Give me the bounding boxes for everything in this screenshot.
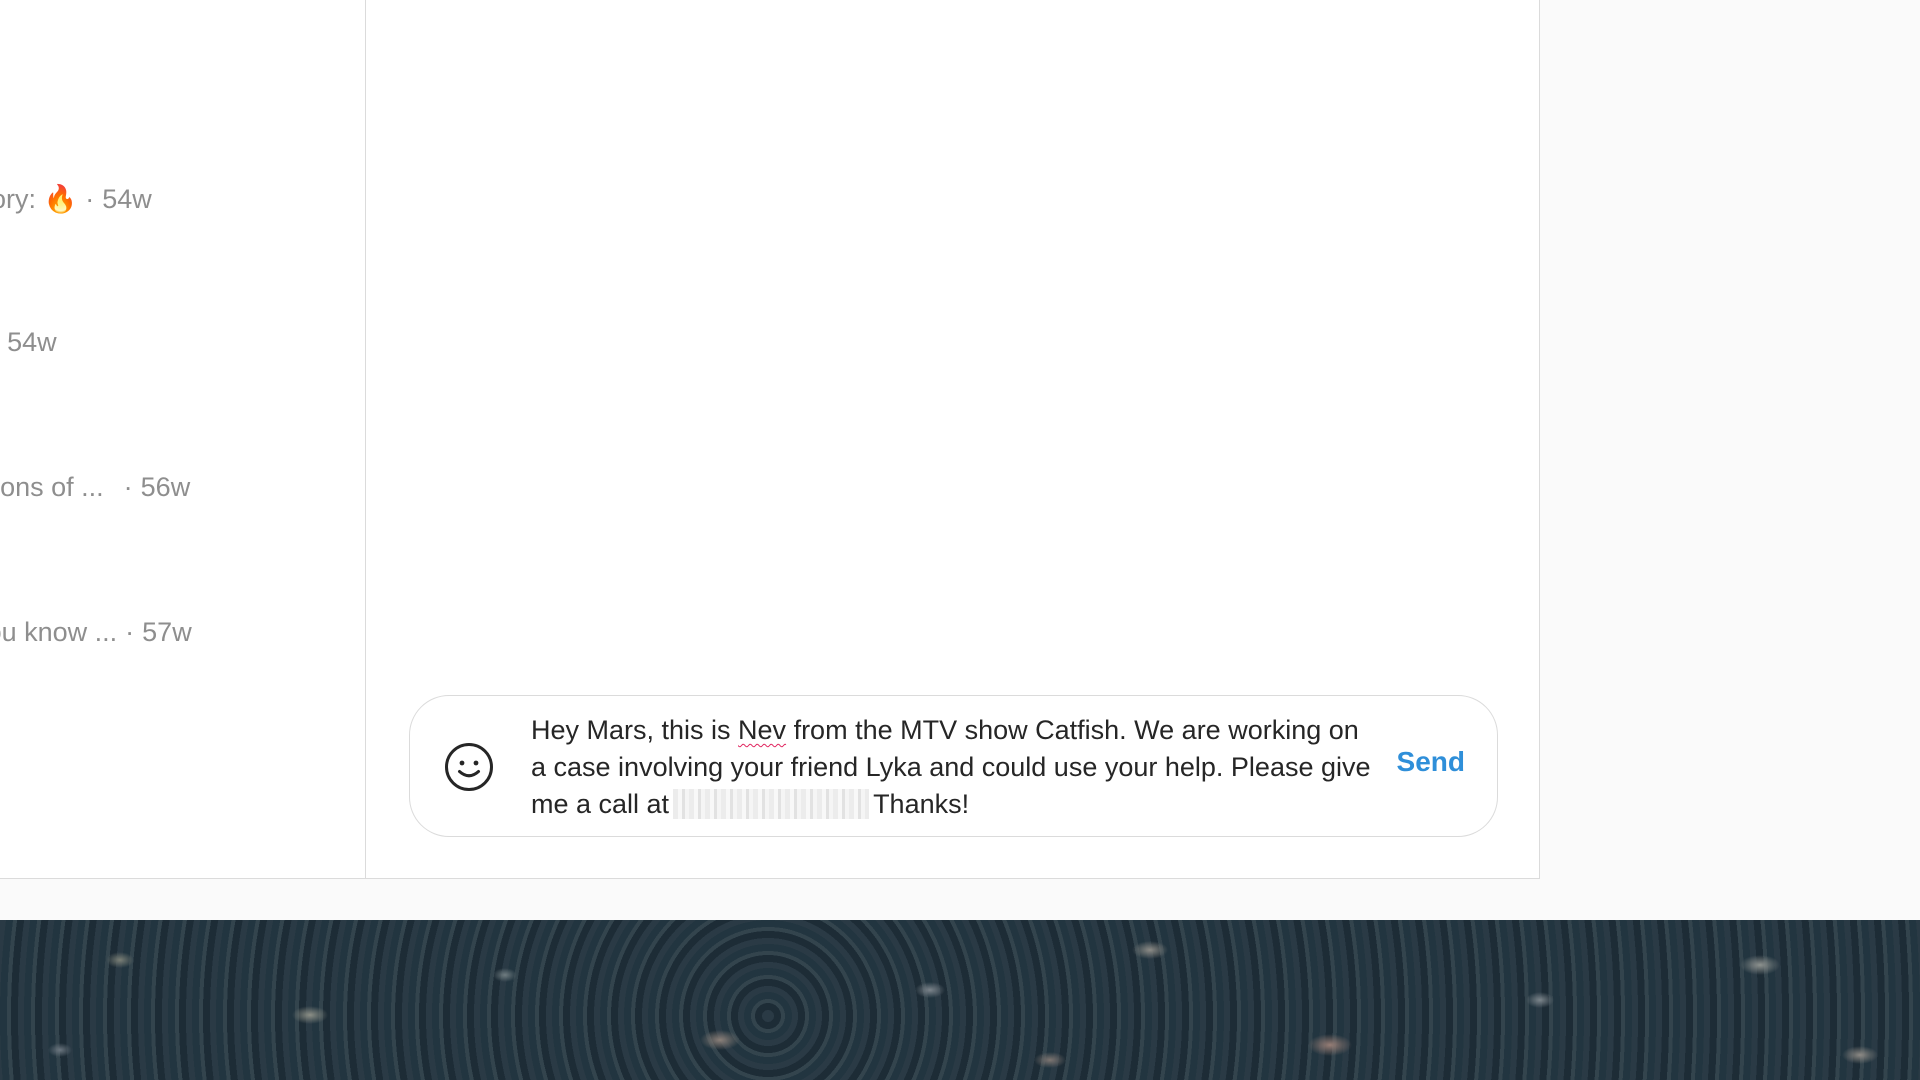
conversation-pane: Hey Mars, this is Nev from the MTV show … (367, 0, 1539, 878)
thread-preview-text: to their story: 🔥 (0, 184, 78, 214)
smiley-face-icon[interactable] (444, 742, 494, 792)
direct-inbox-panel: tory · 54w to their story: 🔥 · 54w oerto… (0, 0, 1540, 879)
thread-list: tory · 54w to their story: 🔥 · 54w oerto… (0, 0, 366, 878)
misspelled-word: Nev (738, 715, 787, 745)
thread-preview: to their story: 🔥 · 54w (0, 183, 152, 215)
message-text-part: Thanks! (873, 789, 970, 819)
thread-preview: ean I get tons of ... · 56w (0, 472, 190, 503)
thread-preview-text: Vho do you know ... (0, 617, 118, 647)
send-button[interactable]: Send (1397, 746, 1465, 778)
message-text-part: Hey Mars, this is (531, 715, 739, 745)
app-window: tory · 54w to their story: 🔥 · 54w oerto… (0, 0, 1920, 920)
thread-item[interactable]: oerton nessage · 54w (0, 289, 350, 389)
thread-item[interactable]: tory · 54w (0, 38, 350, 138)
thread-timestamp: 57w (142, 617, 192, 647)
thread-timestamp: 54w (102, 183, 152, 214)
thread-item[interactable]: viz ean I get tons of ... · 56w (0, 434, 350, 534)
thread-timestamp: 54w (7, 327, 57, 357)
thread-timestamp: 56w (140, 472, 191, 502)
thread-item[interactable]: to their story: 🔥 · 54w (0, 183, 350, 283)
thread-preview: nessage · 54w (0, 327, 57, 358)
redacted-phone-number (673, 789, 870, 819)
message-input[interactable]: Hey Mars, this is Nev from the MTV show … (531, 712, 1381, 823)
thread-preview-text: ean I get tons of ... (0, 472, 104, 502)
desktop-wallpaper (0, 920, 1920, 1080)
message-composer: Hey Mars, this is Nev from the MTV show … (409, 695, 1498, 837)
thread-preview: Vho do you know ... · 57w (0, 617, 192, 648)
thread-item[interactable]: Vho do you know ... · 57w (0, 617, 350, 717)
